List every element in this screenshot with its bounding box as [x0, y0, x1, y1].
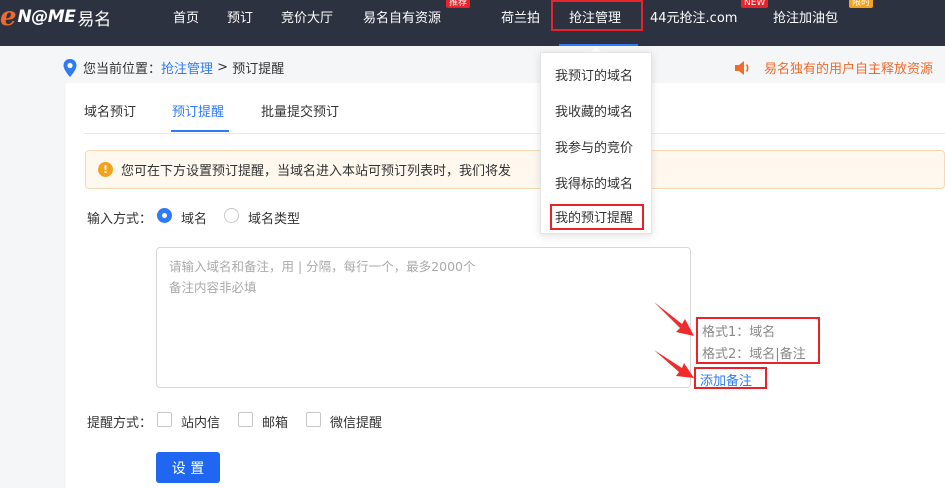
snap-management-dropdown: 我预订的域名 我收藏的域名 我参与的竞价 我得标的域名 我的预订提醒 [540, 52, 652, 234]
nav-active-highlight [551, 0, 643, 31]
nav-home[interactable]: 首页 [173, 7, 199, 26]
nav-reserve[interactable]: 预订 [227, 7, 253, 26]
breadcrumb-current: 预订提醒 [232, 62, 285, 77]
announcement-text: 易名独有的用户自主释放资源 [764, 62, 934, 77]
new-badge: NEW [741, 0, 769, 8]
red-arrow-icon [654, 302, 694, 336]
radio-domain-type-label[interactable]: 域名类型 [248, 208, 300, 227]
logo-brand: N@ME [17, 7, 76, 27]
dropdown-item-my-favorites[interactable]: 我收藏的域名 [555, 101, 633, 120]
tab-batch-submit[interactable]: 批量提交预订 [261, 101, 339, 120]
tab-domain-reserve[interactable]: 域名预订 [84, 101, 136, 120]
radio-domain-label[interactable]: 域名 [181, 208, 207, 227]
radio-domain-type[interactable] [224, 208, 239, 223]
active-tab-indicator [171, 130, 229, 132]
breadcrumb-separator: > [213, 60, 233, 75]
nav-own-resources[interactable]: 易名自有资源 [363, 7, 441, 26]
dropdown-item-my-won[interactable]: 我得标的域名 [555, 173, 633, 192]
format-1-text: 格式1：域名 [702, 325, 776, 340]
recommend-badge: 推荐 [446, 0, 471, 8]
breadcrumb-prefix: 您当前位置： [83, 62, 162, 77]
dropdown-item-my-reserved[interactable]: 我预订的域名 [555, 65, 633, 84]
checkbox-wechat-label[interactable]: 微信提醒 [330, 412, 382, 431]
speaker-icon [735, 60, 749, 75]
checkbox-wechat[interactable] [306, 412, 321, 427]
top-nav-bar: e N@ME 易名 首页 预订 竞价大厅 易名自有资源 推荐 荷兰拍 抢注管理 … [0, 0, 945, 46]
dropdown-item-my-bids[interactable]: 我参与的竞价 [555, 137, 633, 156]
domain-input-textarea[interactable]: 请输入域名和备注，用 | 分隔，每行一个，最多2000个 备注内容非必填 [156, 247, 691, 388]
breadcrumb-link-snap-management[interactable]: 抢注管理 [161, 58, 213, 77]
nav-snap-boost-pack[interactable]: 抢注加油包 [773, 7, 838, 26]
checkbox-email[interactable] [238, 412, 253, 427]
remind-mode-label: 提醒方式： [87, 416, 153, 431]
notice-bar: ! 您可在下方设置预订提醒，当域名进入本站可预订列表时，我们将发 [85, 150, 945, 189]
textarea-placeholder-line2: 备注内容非必填 [169, 280, 257, 295]
add-note-link[interactable]: 添加备注 [700, 370, 752, 389]
nav-dutch-auction[interactable]: 荷兰拍 [501, 7, 540, 26]
dropdown-highlight-box [550, 204, 644, 230]
logo-e-mark: e [0, 2, 17, 32]
checkbox-email-label[interactable]: 邮箱 [262, 412, 288, 431]
tab-divider [84, 133, 945, 134]
notice-text: 您可在下方设置预订提醒，当域名进入本站可预订列表时，我们将发 [121, 164, 512, 179]
warning-icon: ! [98, 162, 113, 177]
radio-domain[interactable] [157, 208, 172, 223]
input-mode-label: 输入方式： [87, 212, 153, 227]
checkbox-site-message[interactable] [157, 412, 172, 427]
breadcrumb: 您当前位置： 抢注管理 > 预订提醒 [63, 58, 284, 77]
announcement[interactable]: 易名独有的用户自主释放资源 [734, 58, 933, 77]
limited-badge: 限时 [849, 0, 874, 8]
nav-active-underline [559, 44, 638, 46]
logo-cn: 易名 [77, 9, 112, 30]
set-button[interactable]: 设 置 [156, 452, 220, 483]
red-arrow-icon [654, 350, 694, 378]
format-2-text: 格式2：域名|备注 [702, 347, 806, 362]
location-pin-icon [63, 58, 77, 77]
nav-44-snap-com[interactable]: 44元抢注.com [650, 7, 737, 26]
textarea-placeholder-line1: 请输入域名和备注，用 | 分隔，每行一个，最多2000个 [169, 259, 476, 274]
checkbox-site-message-label[interactable]: 站内信 [181, 412, 220, 431]
nav-auction-hall[interactable]: 竞价大厅 [281, 7, 333, 26]
tab-reserve-reminder[interactable]: 预订提醒 [172, 101, 224, 120]
ename-logo[interactable]: e N@ME 易名 [0, 2, 111, 32]
